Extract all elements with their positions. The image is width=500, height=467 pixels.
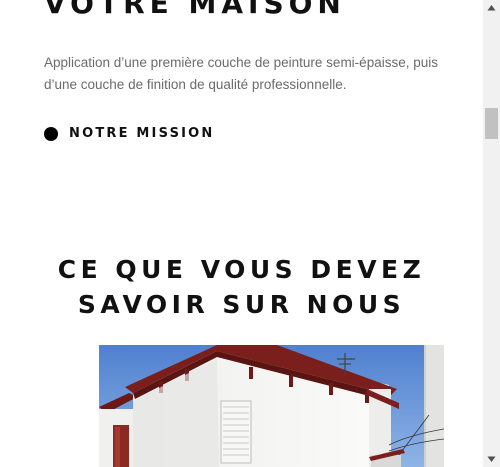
scrollbar-thumb[interactable]	[485, 108, 498, 139]
scroll-down-arrow-icon[interactable]	[483, 450, 500, 467]
vertical-scrollbar[interactable]	[483, 0, 500, 467]
notre-mission-link[interactable]: NOTRE MISSION	[44, 126, 215, 141]
about-heading-line-1: CE QUE VOUS DEVEZ	[57, 255, 426, 284]
page: VOTRE MAISON Application d’une première …	[0, 0, 483, 467]
about-heading-line-2: SAVOIR SUR NOUS	[77, 290, 406, 319]
bullet-dot-icon	[44, 126, 58, 141]
scroll-up-arrow-icon[interactable]	[483, 0, 500, 17]
hero-description: Application d’une première couche de pei…	[44, 55, 438, 92]
about-heading: CE QUE VOUS DEVEZ SAVOIR SUR NOUS	[0, 252, 483, 322]
hero-title: VOTRE MAISON	[44, 0, 346, 20]
house-photo	[99, 345, 444, 467]
mission-link-label: NOTRE MISSION	[69, 126, 215, 141]
